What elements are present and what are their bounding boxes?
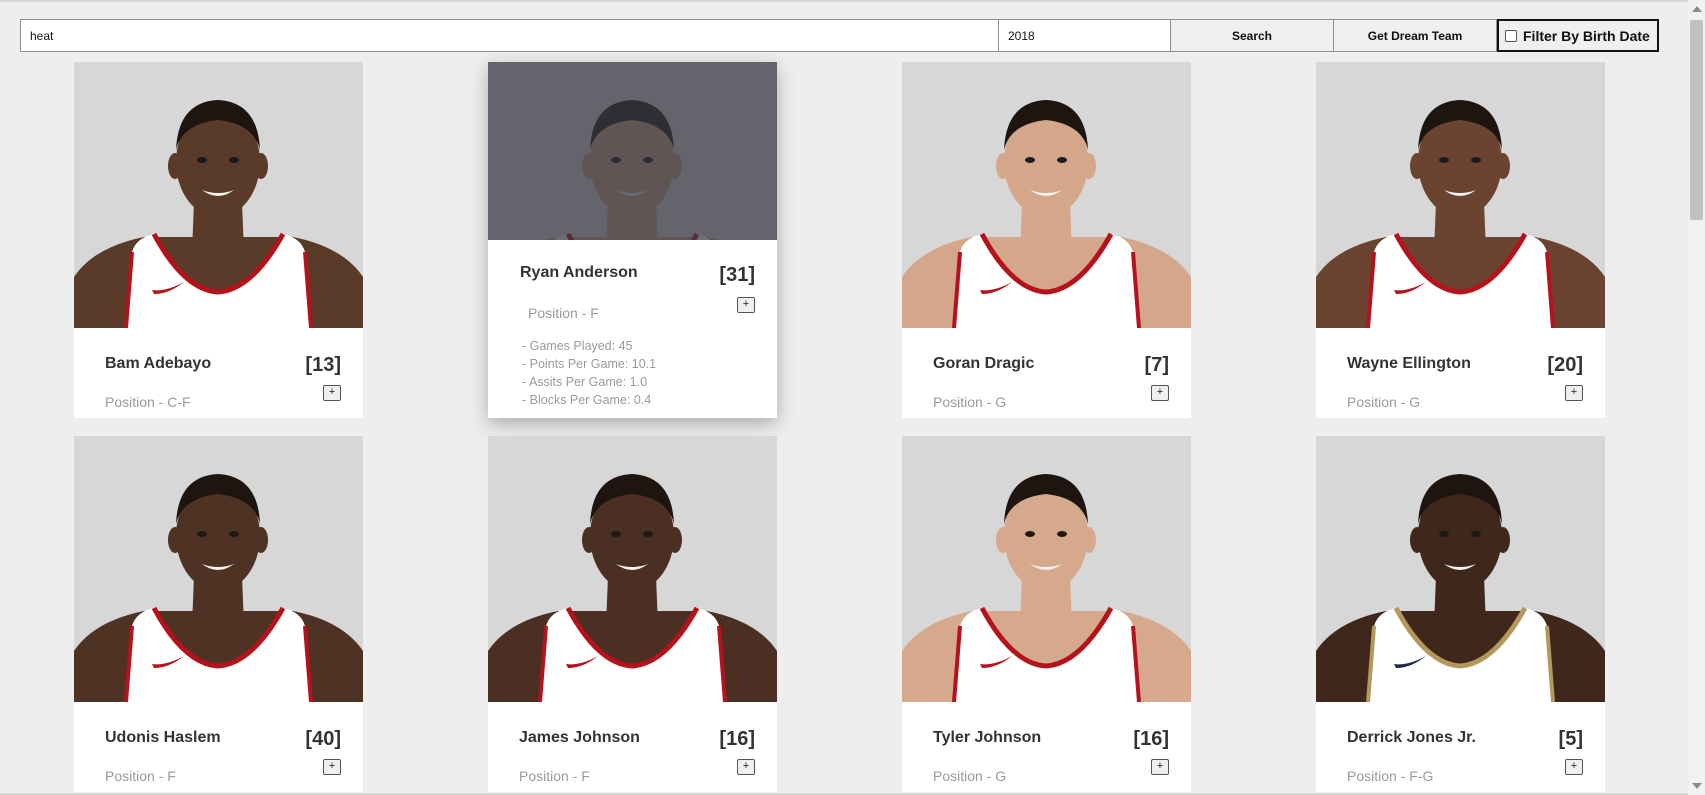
player-photo bbox=[488, 62, 777, 240]
player-portrait-icon bbox=[488, 474, 777, 702]
player-position: Position - C-F bbox=[105, 394, 191, 410]
player-portrait-icon bbox=[1316, 100, 1605, 328]
player-card[interactable]: Tyler Johnson [16] Position - G + bbox=[902, 436, 1191, 792]
player-portrait-icon bbox=[74, 474, 363, 702]
player-position: Position - F bbox=[528, 305, 599, 321]
filter-birth-date-label: Filter By Birth Date bbox=[1523, 27, 1650, 44]
top-border bbox=[0, 0, 1688, 2]
filter-birth-date-toggle[interactable]: Filter By Birth Date bbox=[1497, 19, 1659, 52]
player-position: Position - G bbox=[1347, 394, 1421, 410]
player-number: [7] bbox=[1144, 354, 1169, 376]
player-card[interactable]: Wayne Ellington [20] Position - G + bbox=[1316, 62, 1605, 418]
player-name: Wayne Ellington bbox=[1347, 355, 1471, 372]
get-dream-team-button[interactable]: Get Dream Team bbox=[1334, 19, 1497, 52]
stat-games-played: - Games Played: 45 bbox=[522, 339, 633, 353]
player-name: Udonis Haslem bbox=[105, 729, 221, 746]
team-search-input[interactable] bbox=[20, 19, 999, 52]
player-number: [5] bbox=[1558, 728, 1583, 750]
player-photo bbox=[488, 436, 777, 702]
player-position: Position - F bbox=[519, 768, 590, 784]
player-card[interactable]: James Johnson [16] Position - F + bbox=[488, 436, 777, 792]
player-portrait-icon bbox=[902, 474, 1191, 702]
player-photo bbox=[1316, 62, 1605, 328]
player-position: Position - F-G bbox=[1347, 768, 1434, 784]
get-dream-team-label: Get Dream Team bbox=[1367, 28, 1463, 43]
scroll-thumb[interactable] bbox=[1690, 20, 1703, 220]
add-player-button[interactable]: + bbox=[323, 759, 341, 775]
vertical-scrollbar[interactable] bbox=[1688, 0, 1705, 795]
stat-assists-per-game: - Assits Per Game: 1.0 bbox=[522, 375, 648, 389]
add-player-button[interactable]: + bbox=[737, 297, 755, 313]
filter-checkbox[interactable] bbox=[1505, 29, 1517, 42]
add-player-button[interactable]: + bbox=[737, 759, 755, 775]
player-number: [16] bbox=[1133, 728, 1169, 750]
add-player-button[interactable]: + bbox=[323, 385, 341, 401]
player-name: Tyler Johnson bbox=[933, 729, 1042, 746]
player-photo bbox=[902, 62, 1191, 328]
stat-blocks-per-game: - Blocks Per Game: 0.4 bbox=[522, 393, 652, 407]
scroll-up-arrow-icon[interactable] bbox=[1692, 6, 1702, 12]
add-player-button[interactable]: + bbox=[1565, 759, 1583, 775]
player-photo bbox=[1316, 436, 1605, 702]
player-name: Bam Adebayo bbox=[105, 355, 212, 372]
player-photo bbox=[74, 62, 363, 328]
player-number: [13] bbox=[305, 354, 341, 376]
add-player-button[interactable]: + bbox=[1151, 385, 1169, 401]
player-card[interactable]: Ryan Anderson [31] Position - F + - Game… bbox=[488, 62, 777, 418]
player-number: [20] bbox=[1547, 354, 1583, 376]
player-stats: - Games Played: 45 - Points Per Game: 10… bbox=[522, 337, 656, 409]
player-name: James Johnson bbox=[519, 729, 640, 746]
player-card[interactable]: Udonis Haslem [40] Position - F + bbox=[74, 436, 363, 792]
player-name: Goran Dragic bbox=[933, 355, 1035, 372]
player-card[interactable]: Bam Adebayo [13] Position - C-F + bbox=[74, 62, 363, 418]
player-position: Position - F bbox=[105, 768, 176, 784]
player-name: Ryan Anderson bbox=[520, 264, 638, 281]
player-portrait-icon bbox=[1316, 474, 1605, 702]
player-portrait-icon bbox=[74, 100, 363, 328]
photo-hover-overlay bbox=[488, 62, 777, 240]
add-player-button[interactable]: + bbox=[1151, 759, 1169, 775]
player-photo bbox=[902, 436, 1191, 702]
season-input[interactable] bbox=[999, 19, 1171, 52]
player-photo bbox=[74, 436, 363, 702]
stat-points-per-game: - Points Per Game: 10.1 bbox=[522, 357, 657, 371]
scroll-down-arrow-icon[interactable] bbox=[1692, 783, 1702, 789]
search-bar: Search Get Dream Team Filter By Birth Da… bbox=[20, 19, 1659, 52]
player-position: Position - G bbox=[933, 394, 1007, 410]
player-name: Derrick Jones Jr. bbox=[1347, 729, 1476, 746]
player-card[interactable]: Derrick Jones Jr. [5] Position - F-G + bbox=[1316, 436, 1605, 792]
search-button[interactable]: Search bbox=[1171, 19, 1334, 52]
player-card[interactable]: Goran Dragic [7] Position - G + bbox=[902, 62, 1191, 418]
player-portrait-icon bbox=[902, 100, 1191, 328]
player-position: Position - G bbox=[933, 768, 1007, 784]
player-number: [16] bbox=[719, 728, 755, 750]
add-player-button[interactable]: + bbox=[1565, 385, 1583, 401]
player-number: [31] bbox=[719, 264, 755, 286]
player-number: [40] bbox=[305, 728, 341, 750]
